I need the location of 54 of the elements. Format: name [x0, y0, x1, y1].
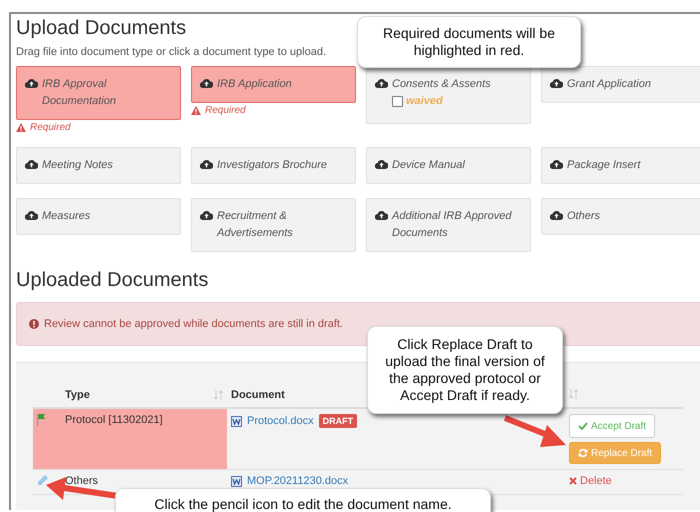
- cloud-upload-icon: [25, 159, 38, 169]
- document-type-cell: Others: [65, 475, 98, 487]
- upload-hint: Drag file into document type or click a document type to upload.: [16, 46, 326, 58]
- draft-badge: DRAFT: [318, 414, 358, 428]
- callout-note: Required documents will be highlighted in red.: [357, 16, 581, 68]
- document-type-tile[interactable]: Consents & Assents waived: [366, 66, 531, 124]
- cloud-upload-icon: [200, 78, 213, 88]
- word-file-icon: [231, 416, 242, 426]
- flag-icon: [37, 414, 46, 426]
- document-type-tile[interactable]: Package Insert: [541, 147, 700, 184]
- document-type-tile[interactable]: Recruitment & Advertisements: [191, 198, 356, 252]
- cloud-upload-icon: [375, 78, 388, 88]
- cloud-upload-icon: [25, 78, 38, 88]
- delete-button[interactable]: Delete: [569, 475, 612, 487]
- callout-note: Click the pencil icon to edit the document name.: [115, 488, 491, 512]
- document-link[interactable]: MOP.20211230.docx: [247, 475, 348, 487]
- alert-icon: [29, 319, 39, 329]
- check-icon: [578, 422, 588, 430]
- sort-icon: [569, 388, 578, 398]
- cloud-upload-icon: [200, 159, 213, 169]
- pointer-arrow: [504, 415, 566, 447]
- warning-icon: [191, 106, 201, 115]
- document-type-tile[interactable]: Grant Application: [541, 66, 700, 103]
- column-header[interactable]: Document: [231, 389, 285, 401]
- refresh-icon: [578, 448, 588, 458]
- alert-message: Review cannot be approved while documents are still in draft.: [44, 318, 343, 330]
- document-type-tile[interactable]: Measures: [16, 198, 181, 235]
- document-type-tile[interactable]: Device Manual: [366, 147, 531, 184]
- section-title: Upload Documents: [16, 16, 186, 40]
- cloud-upload-icon: [200, 210, 213, 220]
- warning-icon: [16, 123, 26, 132]
- cloud-upload-icon: [550, 78, 563, 88]
- word-file-icon: [231, 476, 242, 486]
- callout-note: Click Replace Draft to upload the final version of the approved protocol or Accept Draft if ready.: [367, 326, 563, 414]
- cloud-upload-icon: [550, 159, 563, 169]
- cloud-upload-icon: [25, 210, 38, 220]
- column-header[interactable]: Type: [65, 389, 90, 401]
- pencil-icon[interactable]: [37, 475, 48, 486]
- section-title: Uploaded Documents: [16, 268, 210, 292]
- document-type-tile[interactable]: IRB Application: [191, 66, 356, 103]
- document-type-tile[interactable]: Investigators Brochure: [191, 147, 356, 184]
- required-label: Required: [205, 105, 246, 116]
- document-type-tile[interactable]: Meeting Notes: [16, 147, 181, 184]
- document-type-cell: Protocol [11302021]: [65, 414, 163, 426]
- sort-icon: [214, 390, 223, 400]
- close-icon: [569, 477, 577, 485]
- document-link[interactable]: Protocol.docx: [247, 415, 314, 427]
- document-type-tile[interactable]: IRB Approval Documentation: [16, 66, 181, 120]
- cloud-upload-icon: [550, 210, 563, 220]
- document-type-tile[interactable]: Additional IRB Approved Documents: [366, 198, 531, 252]
- cloud-upload-icon: [375, 159, 388, 169]
- document-type-tile[interactable]: Others: [541, 198, 700, 235]
- cloud-upload-icon: [375, 210, 388, 220]
- required-label: Required: [30, 122, 71, 133]
